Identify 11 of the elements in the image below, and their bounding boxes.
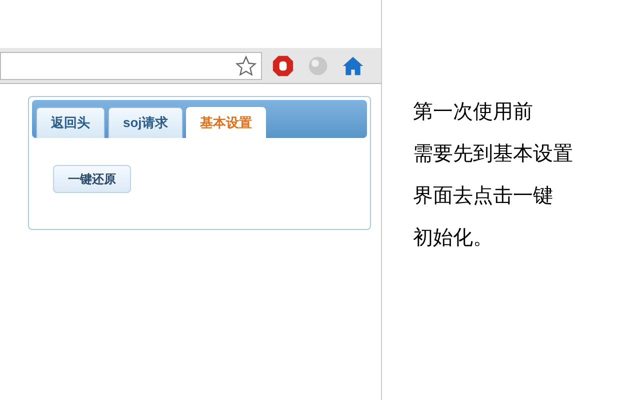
star-icon[interactable] <box>235 54 257 76</box>
tab[interactable]: soj请求 <box>108 107 183 138</box>
caption-line: 界面去点击一键 <box>413 182 554 208</box>
caption-line: 第一次使用前 <box>413 98 534 124</box>
home-icon[interactable] <box>342 54 364 76</box>
address-field[interactable] <box>0 52 262 80</box>
caption-line: 初始化。 <box>413 224 494 250</box>
tab[interactable]: 基本设置 <box>186 107 266 138</box>
reset-button[interactable]: 一键还原 <box>53 165 131 193</box>
tab[interactable]: 返回头 <box>36 107 105 138</box>
caption-line: 需要先到基本设置 <box>413 140 573 166</box>
